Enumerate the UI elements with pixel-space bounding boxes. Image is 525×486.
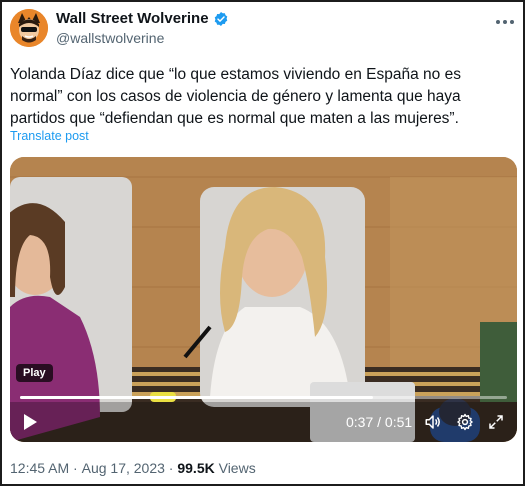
meta-separator: · — [69, 460, 82, 476]
tweet-card: Wall Street Wolverine @wallstwolverine Y… — [0, 0, 525, 486]
tweet-meta: 12:45 AM · Aug 17, 2023 · 99.5K Views — [10, 460, 256, 476]
verified-badge-icon[interactable] — [213, 11, 229, 27]
translate-post-link[interactable]: Translate post — [10, 129, 89, 143]
avatar[interactable] — [10, 9, 48, 47]
gear-icon[interactable] — [456, 413, 474, 431]
author-handle[interactable]: @wallstwolverine — [56, 30, 164, 46]
name-row: Wall Street Wolverine — [56, 10, 229, 27]
video-time: 0:37 / 0:51 — [346, 414, 413, 430]
video-controls: 0:37 / 0:51 — [10, 407, 517, 437]
views-count: 99.5K — [177, 460, 215, 476]
volume-icon[interactable] — [424, 413, 442, 431]
play-icon[interactable] — [22, 413, 38, 431]
fullscreen-icon[interactable] — [487, 413, 505, 431]
tweet-header: Wall Street Wolverine @wallstwolverine — [8, 9, 519, 49]
more-icon[interactable] — [495, 13, 515, 25]
video-player[interactable]: Play 0:37 / 0:51 — [10, 157, 517, 442]
display-name[interactable]: Wall Street Wolverine — [56, 10, 209, 27]
tweet-text: Yolanda Díaz dice que “lo que estamos vi… — [10, 66, 461, 127]
wolverine-avatar-icon — [10, 9, 48, 47]
video-progress-bar[interactable] — [20, 396, 507, 399]
views-label: Views — [214, 460, 256, 476]
play-badge[interactable]: Play — [16, 364, 53, 382]
tweet-date[interactable]: Aug 17, 2023 — [82, 460, 165, 476]
video-frame — [10, 157, 517, 442]
meta-separator-2: · — [164, 460, 178, 476]
tweet-time[interactable]: 12:45 AM — [10, 460, 69, 476]
video-progress-fill — [20, 396, 374, 399]
